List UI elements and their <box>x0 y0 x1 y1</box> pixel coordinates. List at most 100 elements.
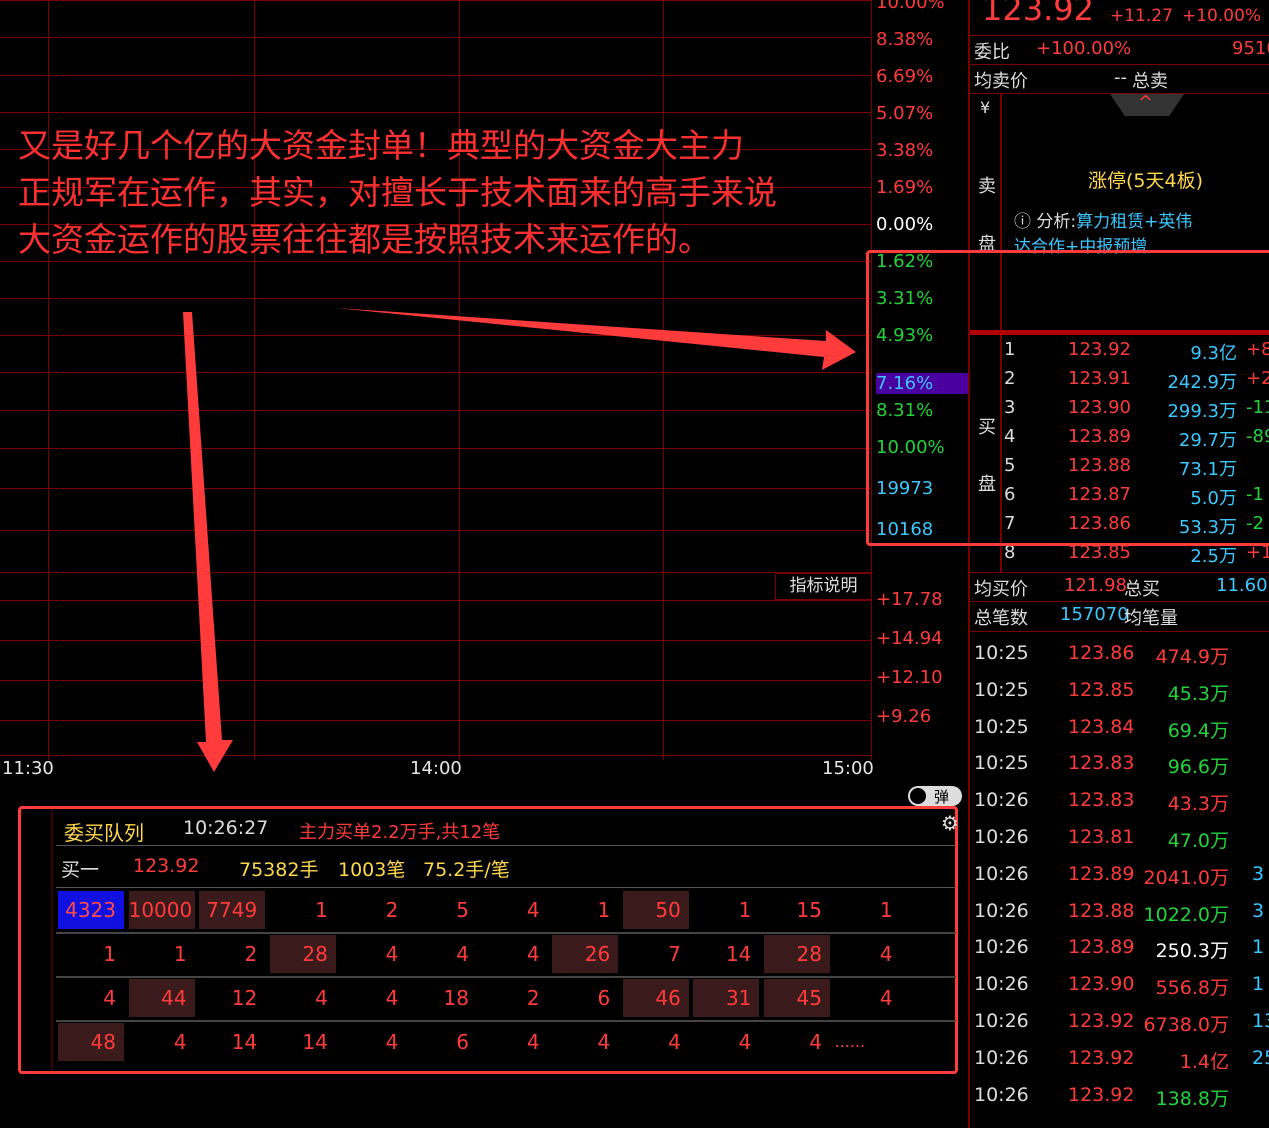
queue-cell: 4 <box>879 986 893 1010</box>
queue-cell: 4 <box>879 942 893 966</box>
tick-price: 123.92 <box>1068 1046 1135 1069</box>
tick-time: 10:26 <box>974 789 1029 812</box>
quote-header: 123.92 +11.27 +10.00% <box>970 0 1269 30</box>
queue-cell: 14 <box>302 1030 328 1054</box>
arrow-right <box>336 308 856 370</box>
tick-amount: 250.3万 <box>1155 940 1229 963</box>
queue-cell: 50 <box>622 891 689 929</box>
price-axis-label: 3.38% <box>876 140 934 161</box>
tick-extra: 25 <box>1252 1046 1269 1069</box>
indicator-explanation-button[interactable]: 指标说明 <box>775 573 872 600</box>
tick-price: 123.89 <box>1068 936 1135 959</box>
queue-row-divider <box>56 976 956 978</box>
price-axis-label: 7.16% <box>876 373 968 394</box>
queue-cell: 4 <box>103 986 116 1010</box>
total-sell-label: 总卖 <box>1132 71 1168 92</box>
queue-cell: 4 <box>385 1030 399 1054</box>
tick-price: 123.90 <box>1068 973 1135 996</box>
buy-one-count: 1003笔 <box>338 859 406 881</box>
price-axis-label: 8.38% <box>876 29 934 50</box>
tick-price: 123.84 <box>1068 715 1135 738</box>
queue-cell: 14 <box>725 942 752 966</box>
queue-cell: 4 <box>526 898 540 922</box>
price-axis-label: 3.31% <box>876 288 934 309</box>
tick-time: 10:25 <box>974 678 1029 701</box>
price-axis-label: 0.00% <box>876 214 934 235</box>
queue-cell: 1 <box>597 898 611 922</box>
collapse-sell-button[interactable]: ^ <box>1110 94 1184 116</box>
tick-time: 10:26 <box>974 1046 1029 1069</box>
indicator-axis-label: +9.26 <box>876 706 932 727</box>
total-trades-value: 157070 <box>1060 604 1129 625</box>
queue-cell: 4 <box>809 1030 822 1054</box>
price-axis-label: 5.07% <box>876 103 934 124</box>
queue-cell: 28 <box>764 935 830 973</box>
queue-cell: 4 <box>668 1030 681 1054</box>
total-trades-label: 总笔数 <box>974 608 1028 629</box>
queue-cell: 7 <box>668 942 681 966</box>
tick-amount: 45.3万 <box>1167 682 1229 705</box>
queue-cell: 6 <box>456 1030 469 1054</box>
toggle-label: 弹 <box>934 788 950 806</box>
avg-buy-value: 121.98 <box>1064 575 1127 596</box>
avg-trade-label: 均笔量 <box>1124 608 1178 629</box>
popup-toggle[interactable]: 弹 <box>908 786 962 806</box>
queue-row-divider <box>56 1020 956 1022</box>
queue-cell: ...... <box>834 1032 866 1051</box>
tick-amount: 6738.0万 <box>1143 1014 1229 1036</box>
queue-cell: 2 <box>526 986 540 1010</box>
tick-amount: 96.6万 <box>1167 756 1229 779</box>
tick-price: 123.86 <box>1068 642 1135 664</box>
queue-grid: 4323 10000 7749 1 2 5 4 1 50 1 15 1 1 1 2 28 4 4 4 26 7 14 28 4… <box>56 891 956 1067</box>
tick-price: 123.83 <box>1068 789 1135 812</box>
queue-cell: 4 <box>526 1030 540 1054</box>
queue-cell: 7749 <box>199 891 266 929</box>
total-buy-label: 总买 <box>1124 579 1160 600</box>
price-change-pct: +10.00% <box>1182 6 1262 26</box>
queue-cell: 1 <box>738 898 752 922</box>
tick-amount: 69.4万 <box>1167 719 1229 742</box>
queue-summary: 主力买单2.2万手,共12笔 <box>299 822 501 843</box>
quote-panel: 123.92 +11.27 +10.00% 委比 +100.00% 9510 均… <box>968 0 1269 1128</box>
queue-cell: 6 <box>597 986 611 1010</box>
time-axis-label: 11:30 <box>2 758 54 779</box>
tick-price: 123.92 <box>1068 1083 1135 1106</box>
sell-side-label: 卖 <box>978 176 996 197</box>
queue-title: 委买队列 <box>64 821 144 845</box>
gear-icon[interactable]: ⚙ <box>941 811 959 835</box>
queue-cell: 4 <box>173 1030 187 1054</box>
indicator-axis-label: +14.94 <box>876 628 943 649</box>
buy-queue-panel: 委买队列 10:26:27 主力买单2.2万手,共12笔 ⚙ 买一 123.92… <box>18 806 959 1074</box>
price-axis-label: 4.93% <box>876 325 934 346</box>
buy-one-avg: 75.2手/笔 <box>423 859 510 881</box>
tick-amount: 43.3万 <box>1167 793 1229 816</box>
queue-cell: 5 <box>456 898 469 922</box>
tick-price: 123.81 <box>1068 826 1135 848</box>
queue-cell: 4 <box>385 986 399 1010</box>
analysis-label: 分析: <box>1036 212 1077 232</box>
price-axis-label: 19973 <box>876 478 934 499</box>
queue-cell: 48 <box>58 1023 124 1061</box>
tick-amount: 556.8万 <box>1155 977 1229 1000</box>
tick-price: 123.88 <box>1068 899 1135 922</box>
price-change: +11.27 <box>1110 6 1173 26</box>
queue-cell: 46 <box>622 979 689 1017</box>
price-axis-label: 10.00% <box>876 0 945 13</box>
buy-one-label: 买一 <box>61 859 100 881</box>
queue-cell: 14 <box>231 1030 258 1054</box>
avg-sell-label: 均卖价 <box>974 71 1028 92</box>
tick-time: 10:25 <box>974 715 1029 738</box>
weibi-value: +100.00% <box>1036 38 1132 59</box>
tick-amount: 2041.0万 <box>1143 866 1229 889</box>
queue-cell: 4 <box>738 1030 752 1054</box>
tick-amount: 1.4亿 <box>1179 1050 1229 1073</box>
total-buy-value: 11.60 <box>1216 575 1268 596</box>
tick-time: 10:26 <box>974 973 1029 996</box>
tick-price: 123.89 <box>1068 862 1135 885</box>
currency-icon: ¥ <box>980 98 991 117</box>
tick-price: 123.85 <box>1068 678 1135 701</box>
tick-time: 10:26 <box>974 899 1029 922</box>
tick-time: 10:26 <box>974 936 1029 959</box>
queue-cell: 4 <box>526 942 540 966</box>
tick-price: 123.92 <box>1068 1010 1135 1032</box>
